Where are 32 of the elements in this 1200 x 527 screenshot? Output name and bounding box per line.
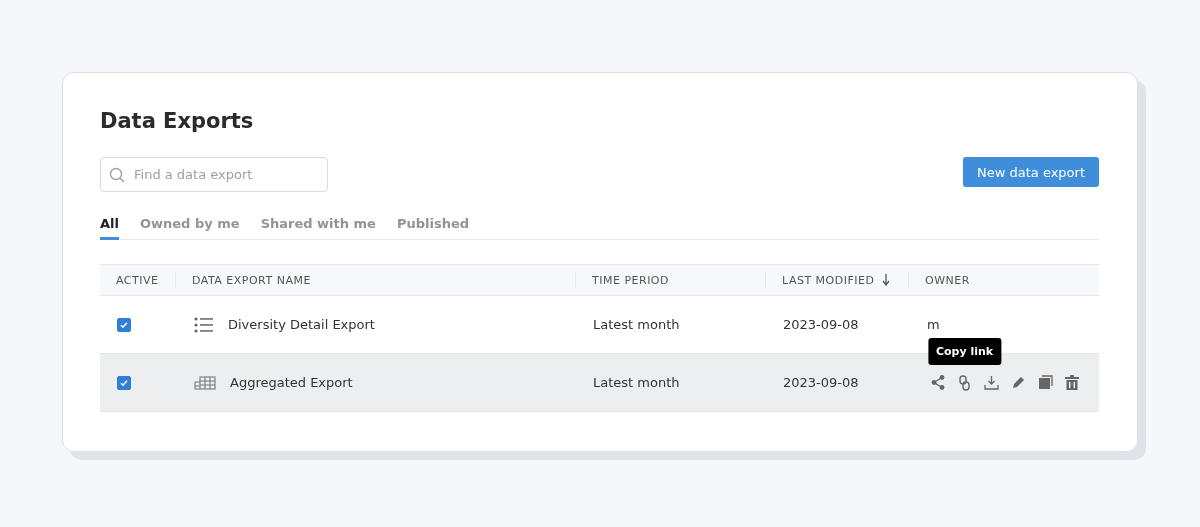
link-icon[interactable] [957, 374, 972, 391]
tooltip: Copy link [927, 337, 1002, 365]
filter-tab[interactable]: All [100, 216, 119, 240]
trash-icon[interactable] [1065, 375, 1079, 390]
export-name: Diversity Detail Export [228, 317, 375, 332]
download-icon[interactable] [984, 375, 999, 390]
filter-tab[interactable]: Owned by me [140, 216, 240, 240]
export-name: Aggregated Export [230, 375, 353, 390]
pencil-icon[interactable] [1011, 375, 1026, 390]
last-modified-date: 2023-09-08 [783, 317, 859, 332]
page-title: Data Exports [100, 109, 255, 133]
new-data-export-button[interactable]: New data export [963, 157, 1099, 187]
column-header: DATA EXPORT NAME [192, 273, 311, 287]
search-field[interactable]: Find a data export [100, 157, 328, 192]
checkmark-icon [119, 319, 129, 330]
filter-tab[interactable]: Published [396, 216, 470, 240]
column-header: OWNER [925, 273, 970, 287]
search-icon [109, 167, 125, 183]
time-period: Latest month [593, 317, 680, 332]
column-header: LAST MODIFIED [782, 273, 875, 287]
active-checkbox[interactable] [117, 375, 131, 390]
share-icon[interactable] [931, 375, 945, 390]
last-modified-date: 2023-09-08 [783, 375, 859, 390]
active-checkbox[interactable] [117, 317, 131, 332]
owner-name: m [927, 317, 940, 332]
column-header: ACTIVE [116, 273, 159, 287]
copy-icon[interactable] [1038, 375, 1053, 390]
filter-tab[interactable]: Shared with me [260, 216, 376, 240]
time-period: Latest month [593, 375, 680, 390]
column-header: TIME PERIOD [592, 273, 669, 287]
sort-arrow-icon[interactable] [882, 274, 891, 286]
checkmark-icon [119, 377, 129, 388]
